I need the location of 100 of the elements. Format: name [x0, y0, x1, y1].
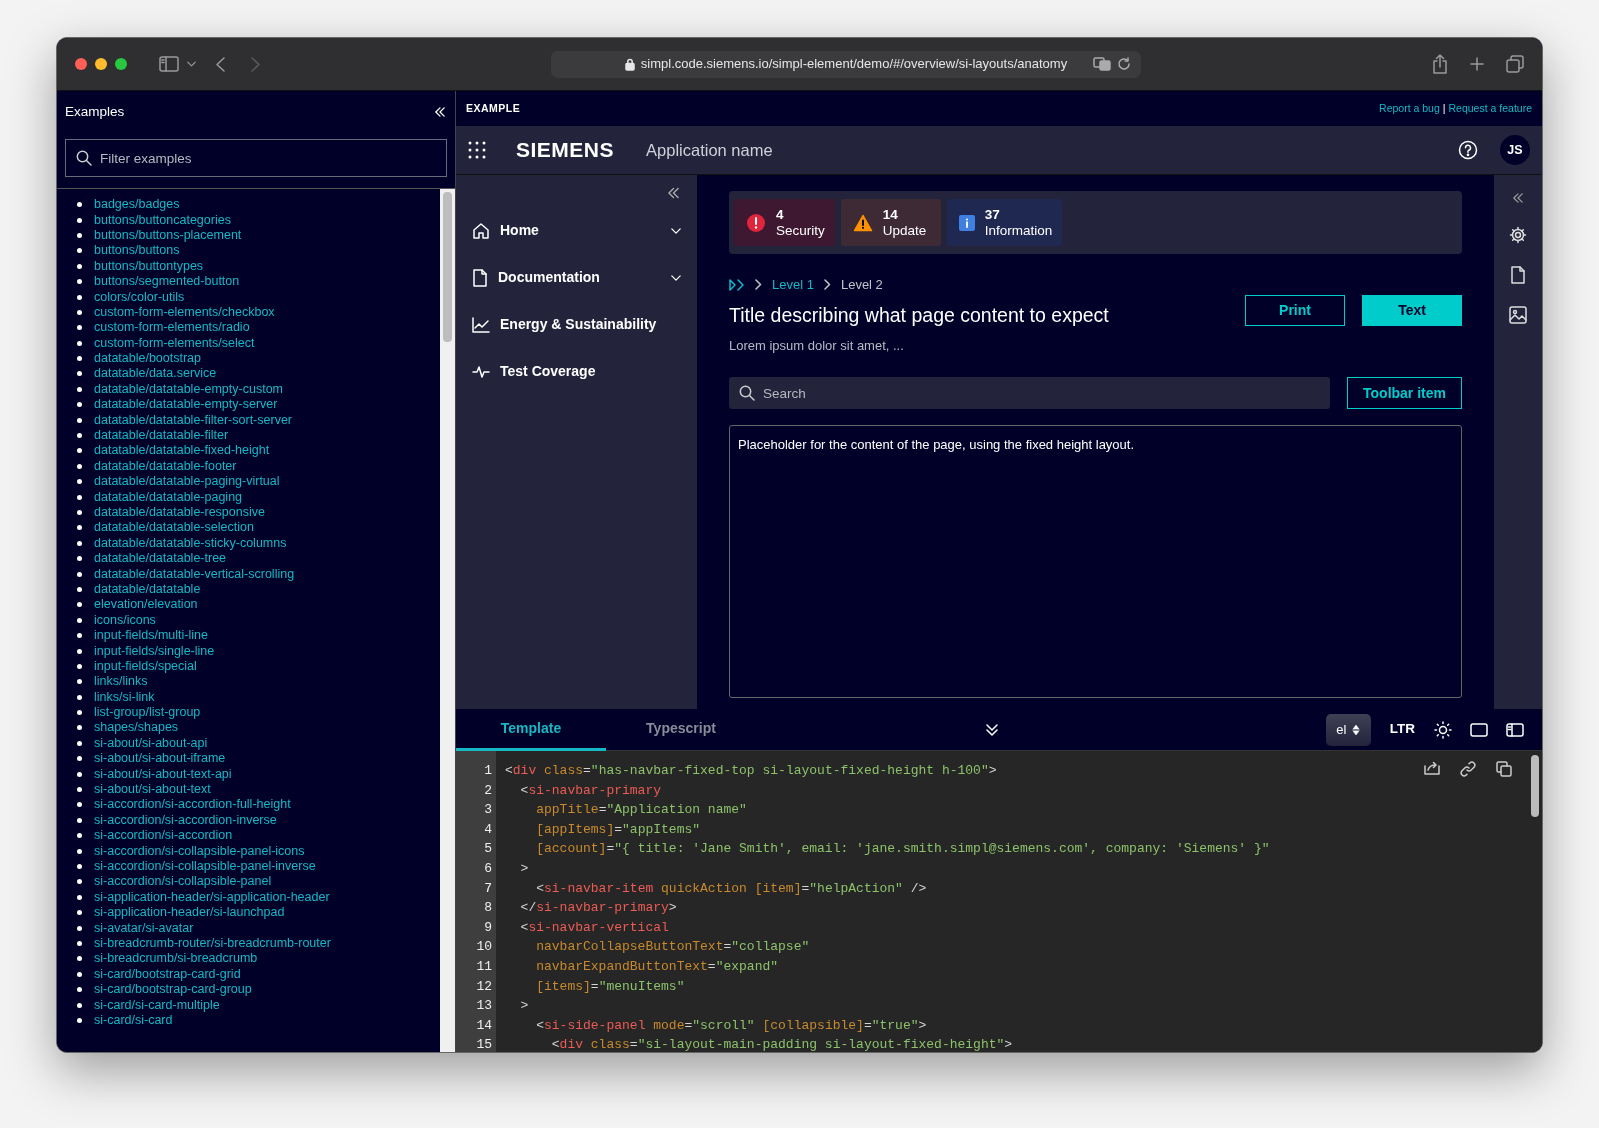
example-link[interactable]: buttons/segmented-button — [94, 274, 240, 290]
new-tab-icon[interactable] — [1470, 57, 1484, 71]
nav-item[interactable]: Energy & Sustainability — [456, 301, 697, 348]
example-link[interactable]: elevation/elevation — [94, 597, 198, 613]
action-button[interactable]: Text — [1362, 294, 1462, 326]
avatar[interactable]: JS — [1500, 135, 1530, 165]
example-link[interactable]: datatable/data.service — [94, 366, 217, 382]
example-link[interactable]: si-accordion/si-accordion — [94, 828, 233, 844]
search-field[interactable]: Search — [729, 377, 1330, 410]
example-link[interactable]: buttons/buttons — [94, 243, 180, 259]
double-chevron-icon[interactable] — [729, 278, 745, 291]
status-item[interactable]: 37 Information — [946, 199, 1063, 246]
example-link[interactable]: si-accordion/si-accordion-inverse — [94, 812, 277, 828]
settings-icon[interactable] — [1509, 226, 1527, 244]
example-link[interactable]: si-about/si-about-iframe — [94, 751, 226, 767]
example-link[interactable]: si-accordion/si-accordion-full-height — [94, 797, 291, 813]
example-link[interactable]: si-accordion/si-collapsible-panel-inverse — [94, 859, 316, 874]
example-link[interactable]: si-card/si-card-multiple — [94, 997, 220, 1013]
example-link[interactable]: si-avatar/si-avatar — [94, 920, 194, 936]
scrollbar-thumb[interactable] — [443, 192, 452, 342]
document-icon[interactable] — [1510, 266, 1526, 284]
example-link[interactable]: input-fields/single-line — [94, 643, 215, 659]
example-link[interactable]: si-accordion/si-collapsible-panel-icons — [94, 843, 305, 859]
example-link[interactable]: datatable/datatable-filter-sort-server — [94, 412, 292, 428]
expand-icon[interactable] — [986, 723, 998, 736]
example-link[interactable]: datatable/datatable — [94, 581, 201, 597]
link[interactable]: Request a feature — [1448, 100, 1532, 117]
example-link[interactable]: input-fields/multi-line — [94, 628, 208, 644]
nav-item[interactable]: Test Coverage — [456, 348, 697, 395]
example-link[interactable]: datatable/bootstrap — [94, 351, 202, 367]
launcher-icon[interactable] — [468, 141, 486, 159]
copy-icon[interactable] — [1496, 761, 1512, 777]
example-link[interactable]: si-breadcrumb/si-breadcrumb — [94, 951, 258, 967]
example-link[interactable]: colors/color-utils — [94, 289, 185, 305]
example-link[interactable]: datatable/datatable-selection — [94, 520, 254, 536]
filter-field[interactable]: Filter examples — [65, 139, 447, 177]
example-link[interactable]: list-group/list-group — [94, 705, 201, 721]
code-tab[interactable]: Typescript — [606, 708, 756, 751]
link-icon[interactable] — [1460, 761, 1476, 777]
collapse-icon[interactable] — [668, 187, 679, 199]
tabs-overview-icon[interactable] — [1506, 55, 1524, 73]
example-link[interactable]: buttons/buttontypes — [94, 258, 204, 274]
example-link[interactable]: datatable/datatable-fixed-height — [94, 443, 270, 459]
example-link[interactable]: icons/icons — [94, 612, 156, 628]
example-link[interactable]: datatable/datatable-paging — [94, 489, 243, 505]
viewport-icon[interactable] — [1470, 722, 1488, 737]
example-link[interactable]: custom-form-elements/radio — [94, 320, 250, 336]
link[interactable]: Report a bug — [1379, 100, 1440, 117]
example-link[interactable]: datatable/datatable-paging-virtual — [94, 474, 280, 490]
action-button[interactable]: Print — [1245, 294, 1345, 326]
example-link[interactable]: si-about/si-about-api — [94, 735, 208, 751]
example-link[interactable]: custom-form-elements/checkbox — [94, 304, 275, 320]
toolbar-button[interactable]: Toolbar item — [1347, 377, 1462, 410]
example-link[interactable]: buttons/buttoncategories — [94, 212, 231, 228]
example-link[interactable]: si-card/bootstrap-card-grid — [94, 966, 241, 982]
sidebar-toggle-icon[interactable] — [159, 56, 179, 72]
theme-icon[interactable] — [1434, 720, 1452, 739]
example-link[interactable]: custom-form-elements/select — [94, 335, 255, 351]
status-item[interactable]: 4 Security — [734, 199, 835, 246]
example-link[interactable]: si-application-header/si-application-header — [94, 889, 330, 905]
example-link[interactable]: si-accordion/si-collapsible-panel — [94, 874, 272, 890]
example-link[interactable]: links/si-link — [94, 689, 155, 705]
scrollbar[interactable] — [440, 189, 455, 1052]
example-link[interactable]: datatable/datatable-filter — [94, 428, 229, 444]
help-icon[interactable] — [1458, 140, 1478, 160]
address-bar[interactable]: simpl.code.siemens.io/simpl-element/demo/#/overview/si-layouts/anatomy — [551, 50, 1141, 78]
locale-select[interactable]: el — [1325, 713, 1371, 746]
status-item[interactable]: 14 Update — [840, 199, 941, 246]
share-icon[interactable] — [1432, 54, 1448, 74]
nav-item[interactable]: Home — [456, 207, 697, 254]
minimize-button[interactable] — [95, 58, 107, 70]
example-link[interactable]: shapes/shapes — [94, 720, 179, 736]
example-link[interactable]: si-card/si-card — [94, 1012, 173, 1028]
example-link[interactable]: datatable/datatable-tree — [94, 551, 227, 567]
reload-icon[interactable] — [1117, 57, 1131, 71]
example-link[interactable]: si-breadcrumb-router/si-breadcrumb-router — [94, 935, 331, 951]
example-link[interactable]: links/links — [94, 674, 148, 690]
direction-toggle[interactable]: LTR — [1388, 718, 1416, 741]
example-link[interactable]: datatable/datatable-empty-server — [94, 397, 278, 413]
back-icon[interactable] — [216, 56, 225, 72]
example-link[interactable]: datatable/datatable-footer — [94, 458, 237, 474]
example-link[interactable]: si-card/bootstrap-card-group — [94, 982, 252, 998]
chevron-down-icon[interactable] — [187, 60, 196, 68]
translate-icon[interactable] — [1093, 57, 1111, 71]
example-link[interactable]: datatable/datatable-responsive — [94, 505, 265, 520]
example-link[interactable]: datatable/datatable-vertical-scrolling — [94, 566, 295, 582]
breadcrumb-link[interactable]: Level 1 — [772, 275, 814, 295]
example-link[interactable]: datatable/datatable-empty-custom — [94, 381, 283, 397]
maximize-button[interactable] — [115, 58, 127, 70]
scrollbar-thumb[interactable] — [1531, 755, 1539, 817]
sidebar-icon[interactable] — [1506, 722, 1524, 737]
example-link[interactable]: si-application-header/si-launchpad — [94, 905, 285, 921]
export-icon[interactable] — [1424, 761, 1440, 775]
example-link[interactable]: buttons/buttons-placement — [94, 227, 242, 243]
close-button[interactable] — [75, 58, 87, 70]
example-link[interactable]: badges/badges — [94, 197, 180, 213]
example-link[interactable]: si-about/si-about-text — [94, 782, 211, 798]
image-icon[interactable] — [1509, 306, 1527, 324]
example-link[interactable]: input-fields/special — [94, 658, 197, 674]
nav-item[interactable]: Documentation — [456, 254, 697, 301]
